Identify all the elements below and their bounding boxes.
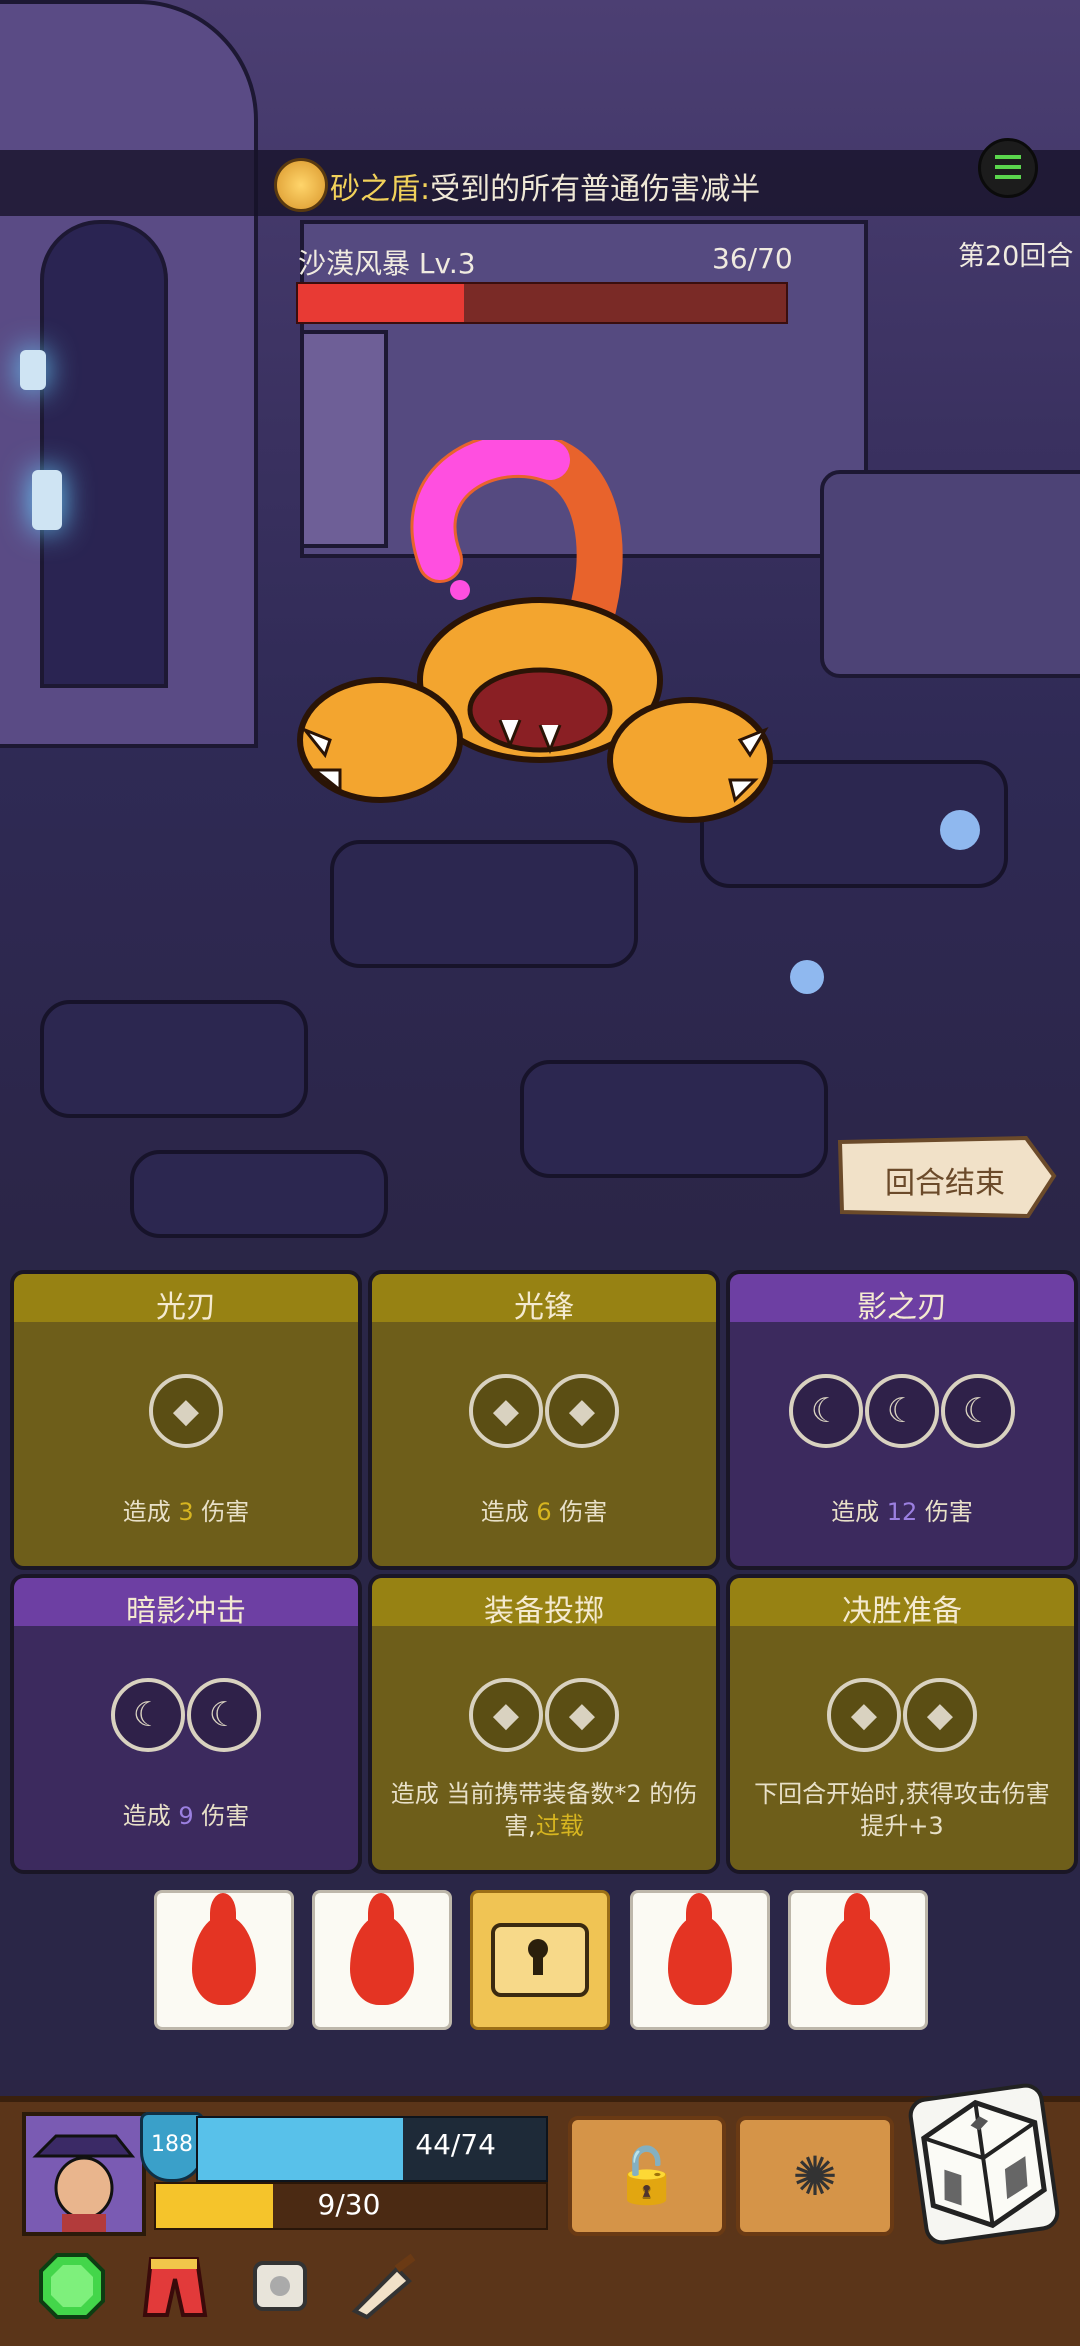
- card-title: 光锋: [514, 1290, 574, 1325]
- diamond-slot-icon[interactable]: ◆: [545, 1678, 619, 1752]
- passive-skill-name: 砂之盾:: [330, 172, 431, 207]
- round-counter: 第20回合: [958, 241, 1074, 272]
- card-description: 造成 6 伤害: [386, 1496, 702, 1528]
- shatter-skill-button[interactable]: ✺: [736, 2116, 894, 2236]
- card-desc-text: 造成: [831, 1498, 887, 1526]
- skill-card[interactable]: 决胜准备 ◆ ◆ 下回合开始时,获得攻击伤害提升+3: [726, 1574, 1078, 1874]
- broken-lock-skill-button[interactable]: 🔓: [568, 2116, 726, 2236]
- enemy-hp-fill: [298, 284, 464, 322]
- enemy-name: 沙漠风暴 Lv.3: [298, 247, 476, 280]
- skill-card[interactable]: 装备投掷 ◆ ◆ 造成 当前携带装备数*2 的伤害,过载: [368, 1574, 720, 1874]
- fire-icon: [668, 1893, 732, 2005]
- card-description: 造成 9 伤害: [28, 1800, 344, 1832]
- card-desc-value: 12: [886, 1498, 918, 1526]
- enemy-hp-bar: [296, 282, 788, 324]
- horn-icon[interactable]: [346, 2250, 418, 2322]
- card-desc-value: 9: [178, 1802, 194, 1830]
- card-title: 决胜准备: [842, 1594, 962, 1629]
- card-description: 造成 当前携带装备数*2 的伤害,过载: [386, 1778, 702, 1842]
- card-desc-value: 过载: [535, 1812, 584, 1840]
- card-desc-value: 3: [178, 1498, 194, 1526]
- enemy-hp-text: 36/70: [712, 242, 793, 275]
- moon-slot-icon[interactable]: ☾: [865, 1374, 939, 1448]
- fire-icon: [192, 1893, 256, 2005]
- skill-card[interactable]: 影之刃 ☾ ☾ ☾ 造成 12 伤害: [726, 1270, 1078, 1570]
- moon-slot-icon[interactable]: ☾: [941, 1374, 1015, 1448]
- diamond-slot-icon[interactable]: ◆: [469, 1374, 543, 1448]
- reroll-die-button[interactable]: [906, 2081, 1062, 2247]
- diamond-slot-icon[interactable]: ◆: [545, 1374, 619, 1448]
- fire-icon: [826, 1893, 890, 2005]
- broken-lock-icon: 🔓: [613, 2144, 681, 2207]
- diamond-slot-icon[interactable]: ◆: [469, 1678, 543, 1752]
- card-description: 造成 3 伤害: [28, 1496, 344, 1528]
- diamond-slot-icon[interactable]: ◆: [827, 1678, 901, 1752]
- fire-icon: [350, 1893, 414, 2005]
- scroll-icon[interactable]: [244, 2250, 316, 2322]
- card-desc-text: 下回合开始时,获得攻击伤害提升+3: [754, 1780, 1050, 1840]
- player-xp-text: 9/30: [317, 2188, 381, 2221]
- skill-card[interactable]: 暗影冲击 ☾ ☾ 造成 9 伤害: [10, 1574, 362, 1874]
- diamond-slot-icon[interactable]: ◆: [903, 1678, 977, 1752]
- menu-spider-icon[interactable]: [978, 138, 1038, 198]
- card-title: 影之刃: [857, 1290, 947, 1325]
- die[interactable]: [470, 1890, 610, 2030]
- skill-card[interactable]: 光锋 ◆ ◆ 造成 6 伤害: [368, 1270, 720, 1570]
- card-description: 下回合开始时,获得攻击伤害提升+3: [744, 1778, 1060, 1842]
- armor-badge: 188: [140, 2112, 204, 2182]
- card-desc-suffix: 伤害: [193, 1802, 250, 1830]
- die[interactable]: [312, 1890, 452, 2030]
- passive-skill-desc: 受到的所有普通伤害减半: [430, 172, 761, 207]
- scorpion-enemy[interactable]: [290, 440, 790, 890]
- passive-skill-text: 砂之盾:受到的所有普通伤害减半: [330, 164, 760, 208]
- player-hp-text: 44/74: [415, 2128, 496, 2161]
- card-description: 造成 12 伤害: [744, 1496, 1060, 1528]
- player-portrait[interactable]: [22, 2112, 146, 2236]
- end-turn-label: 回合结束: [885, 1166, 1005, 1201]
- lock-icon: [491, 1923, 589, 1997]
- die[interactable]: [788, 1890, 928, 2030]
- die[interactable]: [630, 1890, 770, 2030]
- die[interactable]: [154, 1890, 294, 2030]
- card-desc-value: 6: [536, 1498, 552, 1526]
- card-title: 光刃: [156, 1290, 216, 1325]
- skill-card[interactable]: 光刃 ◆ 造成 3 伤害: [10, 1270, 362, 1570]
- card-desc-text: 造成: [122, 1802, 179, 1830]
- card-desc-suffix: 伤害: [193, 1498, 250, 1526]
- red-pants-icon[interactable]: [138, 2250, 210, 2322]
- moon-slot-icon[interactable]: ☾: [111, 1678, 185, 1752]
- diamond-slot-icon[interactable]: ◆: [149, 1374, 223, 1448]
- moon-slot-icon[interactable]: ☾: [789, 1374, 863, 1448]
- card-desc-text: 造成: [122, 1498, 179, 1526]
- card-desc-suffix: 伤害: [551, 1498, 608, 1526]
- shatter-icon: ✺: [792, 2144, 838, 2208]
- emerald-icon[interactable]: [36, 2250, 108, 2322]
- card-desc-text: 造成: [480, 1498, 537, 1526]
- card-title: 暗影冲击: [126, 1594, 246, 1629]
- sand-shield-icon: [274, 158, 328, 212]
- moon-slot-icon[interactable]: ☾: [187, 1678, 261, 1752]
- card-title: 装备投掷: [484, 1594, 604, 1629]
- card-desc-suffix: 伤害: [917, 1498, 973, 1526]
